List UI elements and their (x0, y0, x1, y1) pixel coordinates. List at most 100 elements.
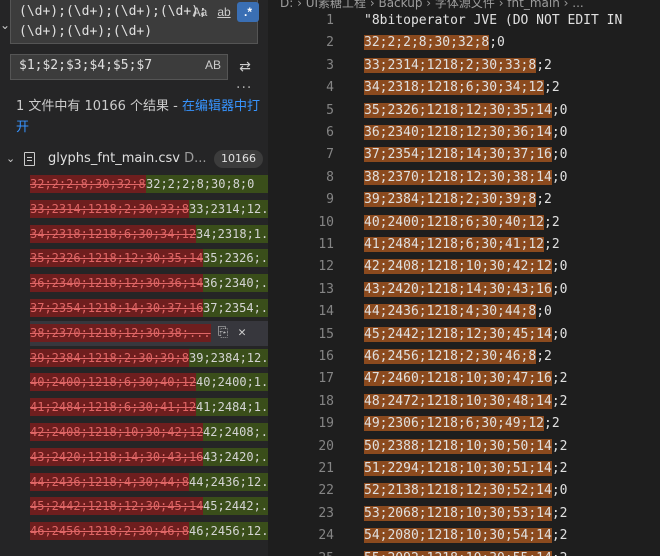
code-line[interactable]: 4 34;2318;1218;6;30;34;12;2 (274, 77, 660, 99)
line-number: 20 (318, 438, 334, 454)
line-text: 48;2472;1218;10;30;48;14;2 (364, 393, 568, 409)
code-line[interactable]: 13 43;2420;1218;14;30;43;16;0 (274, 279, 660, 301)
match-row[interactable]: 42;2408;1218;10;30;42;1242;2408;... (30, 420, 268, 445)
code-line[interactable]: 12 42;2408;1218;10;30;42;12;0 (274, 256, 660, 278)
code-line[interactable]: 17 47;2460;1218;10;30;47;16;2 (274, 368, 660, 390)
code-line[interactable]: 1 "8bitoperator JVE (DO NOT EDIT IN (274, 10, 660, 32)
match-highlight: 51;2294;1218;10;30;51;14 (364, 461, 552, 476)
match-row[interactable]: 32;2;2;8;30;32;8 32;2;2;8;30;8;0 (30, 172, 268, 197)
preserve-case-toggle[interactable]: AB (205, 58, 221, 72)
code-line[interactable]: 10 40;2400;1218;6;30;40;12;2 (274, 212, 660, 234)
match-highlight: 52;2138;1218;12;30;52;14 (364, 483, 552, 499)
line-number: 17 (318, 371, 334, 387)
line-number: 8 (326, 169, 334, 185)
line-text: 50;2388;1218;10;30;50;14;2 (364, 438, 568, 454)
match-old-text: 35;2326;1218;12;30;35;14 (30, 249, 204, 268)
code-line[interactable]: 25 55;2092;1218;10;30;55;14;2 (274, 548, 660, 556)
code-line[interactable]: 20 50;2388;1218;10;30;50;14;2 (274, 436, 660, 458)
match-new-text: 41;2484;1... (196, 398, 268, 417)
line-text: 42;2408;1218;10;30;42;12;0 (364, 259, 568, 275)
match-row[interactable]: 41;2484;1218;6;30;41;1241;2484;1... (30, 395, 268, 420)
match-old-text: 42;2408;1218;10;30;42;12 (30, 422, 204, 441)
match-highlight: 42;2408;1218;10;30;42;12 (364, 259, 552, 275)
match-row[interactable]: 35;2326;1218;12;30;35;1435;2326;... (30, 246, 268, 271)
match-row[interactable]: 37;2354;1218;14;30;37;1637;2354;... (30, 296, 268, 321)
search-input[interactable]: (\d+);(\d+);(\d+);(\d+); (\d+);(\d+);(\d… (10, 0, 259, 44)
match-row[interactable]: 33;2314;1218;2;30;33;833;2314;12... (30, 197, 268, 222)
line-number: 22 (318, 483, 334, 499)
code-line[interactable]: 8 38;2370;1218;12;30;38;14;0 (274, 167, 660, 189)
match-row[interactable]: 38;2370;1218;12;30;38;... ⎘ ✕ (30, 320, 268, 346)
line-text: 35;2326;1218;12;30;35;14;0 (364, 102, 568, 118)
file-name: glyphs_fnt_main.csv D... (48, 151, 207, 166)
match-new-text: 35;2326;... (203, 249, 268, 268)
code-line[interactable]: 24 54;2080;1218;10;30;54;14;2 (274, 525, 660, 547)
match-row[interactable]: 44;2436;1218;4;30;44;844;2436;12... (30, 470, 268, 495)
code-line[interactable]: 22 52;2138;1218;12;30;52;14;0 (274, 480, 660, 502)
chevron-down-icon[interactable]: ⌄ (0, 18, 10, 32)
match-old-text: 38;2370;1218;12;30;38;... (30, 323, 211, 342)
code-line[interactable]: 2 32;2;2;8;30;32;8;0 (274, 32, 660, 54)
match-old-text: 39;2384;1218;2;30;39;8 (30, 348, 189, 367)
code-line[interactable]: 9 39;2384;1218;2;30;39;8;2 (274, 189, 660, 211)
match-old-text: 45;2442;1218;12;30;45;14 (30, 497, 204, 516)
match-row[interactable]: 34;2318;1218;6;30;34;1234;2318;1... (30, 222, 268, 247)
replace-icon[interactable]: ⎘ (218, 325, 228, 340)
replace-input[interactable]: $1;$2;$3;$4;$5;$7 AB (10, 54, 228, 80)
match-highlight: 44;2436;1218;4;30;44;8 (364, 304, 537, 320)
line-number: 19 (318, 416, 334, 432)
code-line[interactable]: 11 41;2484;1218;6;30;41;12;2 (274, 234, 660, 256)
more-actions-icon[interactable]: ··· (236, 80, 252, 96)
code-line[interactable]: 3 33;2314;1218;2;30;33;8;2 (274, 55, 660, 77)
code-editor[interactable]: D: › UI素糖工程 › Backup › 字体源文件 › fnt_main … (274, 0, 660, 556)
code-line[interactable]: 7 37;2354;1218;14;30;37;16;0 (274, 144, 660, 166)
line-number: 10 (318, 214, 334, 230)
match-row[interactable]: 36;2340;1218;12;30;36;1436;2340;... (30, 271, 268, 296)
match-row[interactable]: 45;2442;1218;12;30;45;1445;2442;... (30, 494, 268, 519)
match-highlight: 47;2460;1218;10;30;47;16 (364, 371, 552, 387)
match-new-text: 46;2456;12... (189, 522, 268, 541)
match-old-text: 40;2400;1218;6;30;40;12 (30, 373, 197, 392)
code-line[interactable]: 6 36;2340;1218;12;30;36;14;0 (274, 122, 660, 144)
line-number: 6 (326, 125, 334, 140)
code-line[interactable]: 14 44;2436;1218;4;30;44;8;0 (274, 301, 660, 323)
match-row-actions: ⎘ ✕ (208, 325, 246, 340)
match-row[interactable]: 43;2420;1218;14;30;43;1643;2420;... (30, 445, 268, 470)
match-new-text: 33;2314;12... (189, 199, 268, 218)
match-count-badge: 10166 (214, 150, 263, 168)
match-row[interactable]: 46;2456;1218;2;30;46;846;2456;12... (30, 519, 268, 544)
line-number: 18 (318, 393, 334, 409)
chevron-down-icon[interactable]: ⌄ (6, 152, 15, 165)
line-text: 52;2138;1218;12;30;52;14;0 (364, 483, 568, 499)
search-query[interactable]: (\d+);(\d+);(\d+);(\d+); (\d+);(\d+);(\d… (19, 2, 207, 42)
code-line[interactable]: 21 51;2294;1218;10;30;51;14;2 (274, 458, 660, 480)
close-icon[interactable]: ✕ (238, 325, 246, 340)
line-text: 46;2456;1218;2;30;46;8;2 (364, 349, 552, 364)
line-text: 41;2484;1218;6;30;41;12;2 (364, 237, 560, 252)
code-line[interactable]: 23 53;2068;1218;10;30;53;14;2 (274, 503, 660, 525)
replace-all-icon[interactable]: ⇄ (234, 56, 256, 78)
line-number: 24 (318, 528, 334, 544)
regex-toggle[interactable]: .* (237, 2, 259, 22)
line-number: 23 (318, 505, 334, 521)
line-number: 21 (318, 461, 334, 476)
replace-value[interactable]: $1;$2;$3;$4;$5;$7 (19, 58, 152, 73)
match-row[interactable]: 40;2400;1218;6;30;40;1240;2400;1... (30, 370, 268, 395)
match-new-text: 45;2442;... (203, 497, 268, 516)
line-text: 40;2400;1218;6;30;40;12;2 (364, 214, 560, 230)
line-text: "8bitoperator JVE (DO NOT EDIT IN (364, 13, 623, 28)
code-line[interactable]: 19 49;2306;1218;6;30;49;12;2 (274, 413, 660, 435)
whole-word-toggle[interactable]: ab (213, 2, 235, 22)
result-summary: 1 文件中有 10166 个结果 - 在编辑器中打开 (16, 96, 260, 138)
match-new-text: 37;2354;... (203, 298, 268, 317)
code-line[interactable]: 15 45;2442;1218;12;30;45;14;0 (274, 324, 660, 346)
match-case-toggle[interactable]: Aa (189, 2, 211, 22)
match-row[interactable]: 39;2384;1218;2;30;39;839;2384;12... (30, 346, 268, 371)
code-line[interactable]: 16 46;2456;1218;2;30;46;8;2 (274, 346, 660, 368)
match-old-text: 32;2;2;8;30;32;8 (30, 175, 146, 193)
line-text: 55;2092;1218;10;30;55;14;2 (364, 548, 568, 556)
file-result-header[interactable]: ⌄ glyphs_fnt_main.csv D... 10166 (0, 148, 268, 172)
match-old-text: 44;2436;1218;4;30;44;8 (30, 472, 189, 491)
code-line[interactable]: 18 48;2472;1218;10;30;48;14;2 (274, 391, 660, 413)
code-line[interactable]: 5 35;2326;1218;12;30;35;14;0 (274, 100, 660, 122)
